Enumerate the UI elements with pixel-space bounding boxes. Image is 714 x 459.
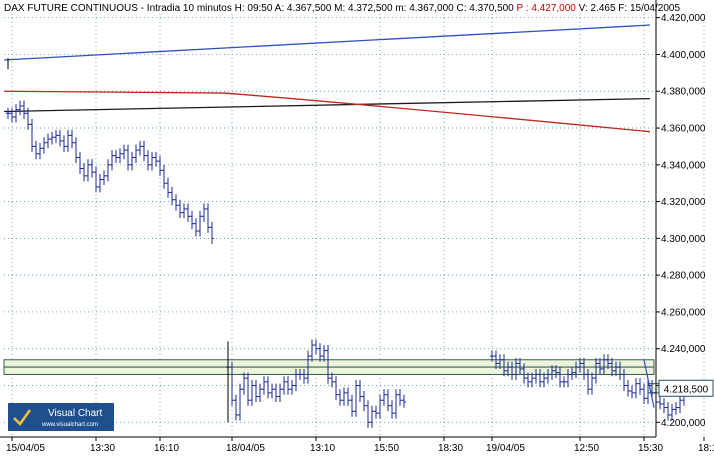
y-tick-label: 4.400,000 <box>661 50 706 61</box>
y-tick-label: 4.380,000 <box>661 87 706 98</box>
y-tick-label: 4.260,000 <box>661 307 706 318</box>
x-tick-label: 15:30 <box>638 443 663 454</box>
y-tick-label: 4.280,000 <box>661 271 706 282</box>
header-volume: V: 2.465 <box>576 3 616 14</box>
y-tick-label: 4.200,000 <box>661 418 706 429</box>
period-label: - Intradia 10 minutos <box>138 3 232 14</box>
y-tick-label: 4.360,000 <box>661 124 706 135</box>
y-tick-label: 4.420,000 <box>661 13 706 24</box>
y-tick-label: 4.240,000 <box>661 344 706 355</box>
y-tick-label: 4.320,000 <box>661 197 706 208</box>
instrument-name: DAX FUTURE CONTINUOUS <box>4 3 138 14</box>
chart-area: 4.420,000 4.400,000 4.380,000 4.360,000 4.34… <box>0 0 714 454</box>
chart-header: DAX FUTURE CONTINUOUS - Intradia 10 minu… <box>4 3 680 14</box>
x-tick-label: 13:10 <box>310 443 335 454</box>
x-tick-label: 13:30 <box>90 443 115 454</box>
logo-name: Visual Chart <box>48 408 103 419</box>
price-chart: 4.420,000 4.400,000 4.380,000 4.360,000 4.34… <box>0 0 714 454</box>
x-tick-label: 15/04/05 <box>6 443 45 454</box>
header-high: H: 09:50 <box>232 3 273 14</box>
current-price-badge: 4.218,500 <box>658 379 714 397</box>
x-tick-label: 12:50 <box>574 443 599 454</box>
header-min: m: 4.367,000 <box>393 3 455 14</box>
x-tick-label: 18:10 <box>698 443 714 454</box>
x-tick-label: 15:50 <box>374 443 399 454</box>
header-date: F: 15/04/2005 <box>616 3 681 14</box>
header-price: P : 4.427,000 <box>514 3 577 14</box>
header-close: C: 4.370,500 <box>454 3 514 14</box>
header-max: M: 4.372,500 <box>331 3 393 14</box>
y-tick-label: 4.300,000 <box>661 234 706 245</box>
x-tick-label: 18/04/05 <box>226 443 265 454</box>
y-tick-label: 4.340,000 <box>661 160 706 171</box>
logo-url: www.visualchart.com <box>41 422 98 428</box>
current-price-value: 4.218,500 <box>664 384 709 395</box>
header-ask: A: 4.367,500 <box>272 3 331 14</box>
x-tick-label: 18:30 <box>438 443 463 454</box>
x-tick-label: 19/04/05 <box>486 443 525 454</box>
x-tick-label: 16:10 <box>154 443 179 454</box>
visual-chart-logo: Visual Chart www.visualchart.com <box>8 403 114 431</box>
